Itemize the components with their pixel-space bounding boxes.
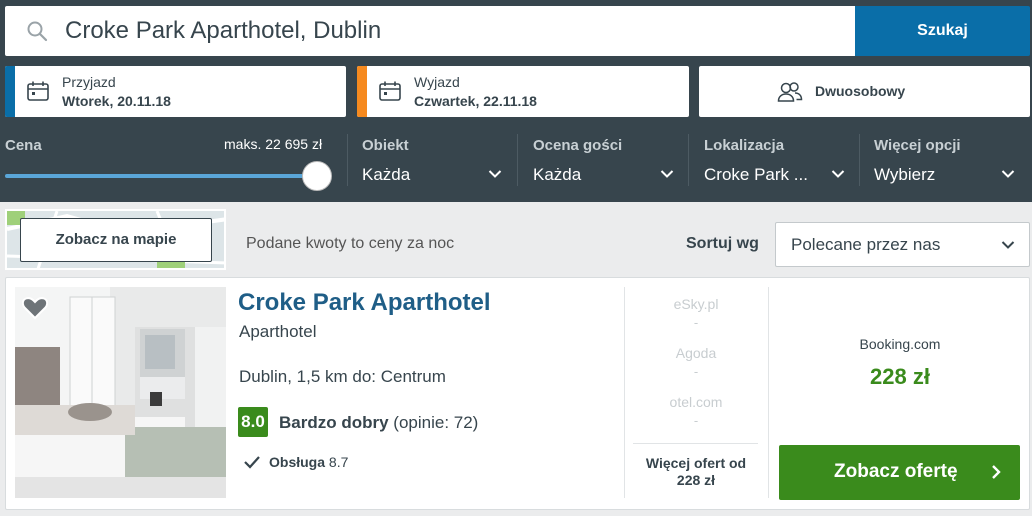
- checkin-label: Przyjazd: [62, 74, 116, 90]
- favorite-heart-icon[interactable]: [22, 296, 48, 320]
- filter-divider: [688, 134, 689, 186]
- rating-score-badge: 8.0: [238, 407, 268, 437]
- checkout-accent: [357, 66, 367, 117]
- calendar-icon: [379, 81, 401, 101]
- filter-divider: [517, 134, 518, 186]
- room-type-value: Dwuosobowy: [815, 83, 906, 99]
- checkout-label: Wyjazd: [414, 74, 460, 90]
- best-deal-price: 228 zł: [870, 364, 930, 389]
- filter-rating-value: Każda: [533, 165, 582, 184]
- rating-reviews[interactable]: (opinie: 72): [393, 413, 478, 432]
- calendar-icon: [27, 81, 49, 101]
- filter-location-label: Lokalizacja: [704, 137, 785, 154]
- checkmark-icon: [244, 456, 260, 469]
- rating-text: Bardzo dobry (opinie: 72): [279, 413, 478, 433]
- filter-divider: [859, 134, 860, 186]
- filter-rating[interactable]: Ocena gości Każda: [533, 132, 678, 192]
- checkout-field[interactable]: Wyjazd Czwartek, 22.11.18: [357, 66, 689, 117]
- more-offers-line2: 228 zł: [676, 472, 716, 488]
- checkin-field[interactable]: Przyjazd Wtorek, 20.11.18: [5, 66, 346, 117]
- provider-name[interactable]: otel.com: [624, 394, 768, 410]
- provider-price: -: [693, 315, 699, 330]
- filter-type[interactable]: Obiekt Każda: [362, 132, 507, 192]
- search-field[interactable]: Croke Park Aparthotel, Dublin: [5, 6, 855, 56]
- filter-rating-label: Ocena gości: [533, 137, 623, 154]
- filter-more[interactable]: Więcej opcji Wybierz: [874, 132, 1019, 192]
- view-offer-button[interactable]: Zobacz ofertę: [779, 445, 1020, 500]
- guests-icon: [777, 82, 803, 102]
- sort-dropdown[interactable]: Polecane przez nas: [775, 222, 1030, 267]
- provider-price: -: [693, 364, 699, 379]
- checkin-value: Wtorek, 20.11.18: [62, 93, 171, 109]
- filter-type-label: Obiekt: [362, 137, 409, 154]
- best-deal-provider: Booking.com: [859, 336, 941, 352]
- checkout-value: Czwartek, 22.11.18: [414, 93, 537, 109]
- search-icon: [27, 21, 48, 42]
- sort-label: Sortuj wg: [686, 235, 759, 252]
- provider-name[interactable]: eSky.pl: [624, 296, 768, 312]
- hotel-location: Dublin, 1,5 km do: Centrum: [239, 367, 446, 386]
- price-slider-handle[interactable]: [302, 161, 332, 191]
- filter-more-value: Wybierz: [874, 165, 936, 184]
- filter-location[interactable]: Lokalizacja Croke Park ...: [704, 132, 849, 192]
- filter-divider: [347, 134, 348, 186]
- chevron-down-icon: [488, 170, 502, 178]
- more-offers-divider: [633, 443, 758, 444]
- service-label: Obsługa: [269, 454, 326, 470]
- hotel-name-link[interactable]: Croke Park Aparthotel: [238, 289, 491, 317]
- filter-more-label: Więcej opcji: [874, 137, 961, 154]
- search-button[interactable]: Szukaj: [855, 6, 1030, 56]
- chevron-down-icon: [1001, 241, 1015, 249]
- provider-name[interactable]: Agoda: [624, 345, 768, 361]
- chevron-down-icon: [1001, 170, 1015, 178]
- map-button[interactable]: Zobacz na mapie: [20, 218, 212, 262]
- room-type-selector[interactable]: Dwuosobowy: [699, 66, 1030, 117]
- price-note: Podane kwoty to ceny za noc: [246, 235, 455, 252]
- more-offers-line1: Więcej ofert od: [645, 455, 747, 471]
- chevron-right-icon: [992, 465, 1001, 479]
- hotel-type: Aparthotel: [239, 322, 317, 341]
- view-offer-label: Zobacz ofertę: [834, 461, 958, 482]
- filter-type-value: Każda: [362, 165, 411, 184]
- filter-location-value: Croke Park ...: [704, 165, 808, 184]
- price-filter-label: Cena: [5, 137, 42, 154]
- provider-price: -: [693, 413, 699, 428]
- more-offers-link[interactable]: Więcej ofert od 228 zł: [624, 455, 768, 489]
- column-divider: [768, 287, 769, 498]
- checkin-accent: [5, 66, 15, 117]
- service-score: 8.7: [328, 454, 349, 470]
- price-slider-track[interactable]: [5, 174, 315, 178]
- price-filter-max: maks. 22 695 zł: [224, 136, 323, 152]
- search-input[interactable]: Croke Park Aparthotel, Dublin: [65, 6, 381, 56]
- rating-label: Bardzo dobry: [279, 413, 389, 432]
- service-rating: Obsługa 8.7: [269, 454, 348, 470]
- chevron-down-icon: [660, 170, 674, 178]
- chevron-down-icon: [831, 170, 845, 178]
- sort-value: Polecane przez nas: [791, 235, 941, 254]
